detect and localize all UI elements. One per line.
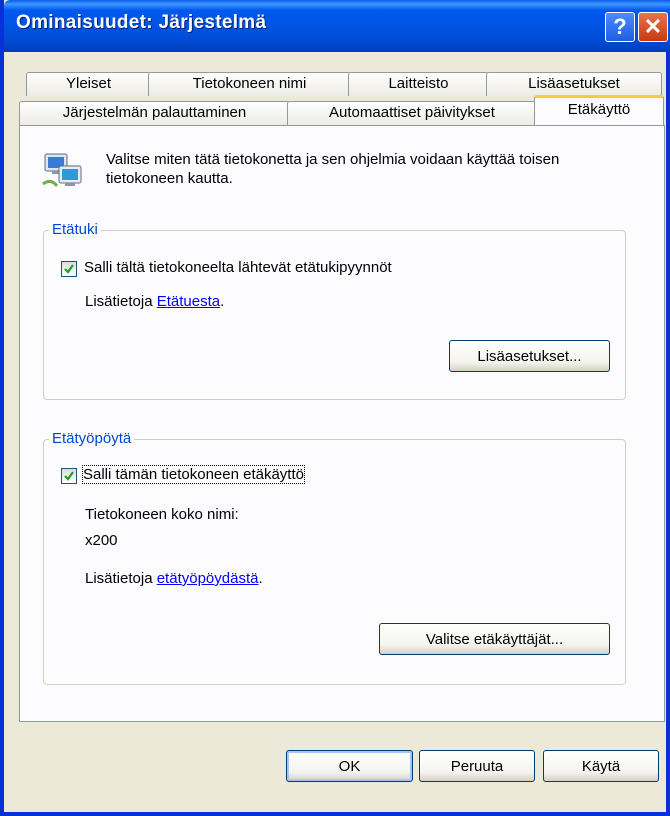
remote-desktop-help-link[interactable]: etätyöpöydästä bbox=[157, 570, 259, 587]
remote-assistance-info: Lisätietoja Etätuesta. bbox=[85, 293, 224, 310]
apply-button[interactable]: Käytä bbox=[543, 750, 659, 782]
checkmark-icon bbox=[64, 264, 74, 274]
intro-description: Valitse miten tätä tietokonetta ja sen o… bbox=[106, 151, 560, 187]
cancel-button[interactable]: Peruuta bbox=[419, 750, 535, 782]
remote-assistance-checkbox[interactable] bbox=[61, 261, 77, 277]
tab-remote-label: Etäkäyttö bbox=[567, 101, 631, 118]
window-title: Ominaisuudet: Järjestelmä bbox=[16, 12, 267, 33]
computer-name-label: Tietokoneen koko nimi: bbox=[85, 506, 239, 523]
tab-automatic-updates[interactable]: Automaattiset päivitykset bbox=[287, 101, 537, 125]
remote-assistance-group bbox=[43, 230, 626, 400]
computer-name-value: x200 bbox=[85, 532, 118, 549]
computer-remote-icon bbox=[41, 148, 85, 192]
ok-button[interactable]: OK bbox=[286, 750, 413, 782]
remote-assistance-group-label: Etätuki bbox=[49, 221, 101, 238]
tab-system-restore-label: Järjestelmän palauttaminen bbox=[62, 104, 247, 121]
remote-desktop-checkbox-label[interactable]: Salli tämän tietokoneen etäkäyttö bbox=[82, 465, 305, 484]
remote-desktop-info: Lisätietoja etätyöpöydästä. bbox=[85, 570, 263, 587]
tab-computer-name[interactable]: Tietokoneen nimi bbox=[148, 72, 351, 96]
remote-assistance-help-link[interactable]: Etätuesta bbox=[157, 293, 220, 310]
close-icon: ✕ bbox=[643, 14, 663, 39]
tab-system-restore[interactable]: Järjestelmän palauttaminen bbox=[19, 101, 290, 125]
remote-desktop-checkbox[interactable] bbox=[61, 468, 77, 484]
title-bar[interactable]: Ominaisuudet: Järjestelmä ? ✕ bbox=[4, 0, 670, 52]
tab-general-label: Yleiset bbox=[65, 75, 112, 92]
remote-assistance-info-suffix: . bbox=[220, 293, 225, 310]
select-remote-users-button[interactable]: Valitse etäkäyttäjät... bbox=[379, 623, 610, 655]
tab-advanced[interactable]: Lisäasetukset bbox=[486, 72, 662, 96]
remote-desktop-group-label: Etätyöpöytä bbox=[49, 430, 135, 447]
remote-assistance-checkbox-label[interactable]: Salli tältä tietokoneelta lähtevät etätu… bbox=[84, 259, 392, 276]
tab-remote[interactable]: Etäkäyttö bbox=[534, 95, 664, 125]
help-button[interactable]: ? bbox=[605, 12, 635, 42]
remote-desktop-info-prefix: Lisätietoja bbox=[85, 570, 157, 587]
checkmark-icon bbox=[64, 471, 74, 481]
remote-desktop-info-suffix: . bbox=[258, 570, 263, 587]
remote-assistance-info-prefix: Lisätietoja bbox=[85, 293, 157, 310]
tab-general[interactable]: Yleiset bbox=[26, 72, 151, 96]
tab-hardware[interactable]: Laitteisto bbox=[348, 72, 489, 96]
close-button[interactable]: ✕ bbox=[638, 12, 668, 42]
tab-hardware-label: Laitteisto bbox=[388, 75, 449, 92]
tab-automatic-updates-label: Automaattiset päivitykset bbox=[329, 104, 495, 121]
advanced-settings-button[interactable]: Lisäasetukset... bbox=[449, 340, 610, 372]
help-icon: ? bbox=[613, 14, 627, 39]
tab-advanced-label: Lisäasetukset bbox=[528, 75, 620, 92]
tab-computer-name-label: Tietokoneen nimi bbox=[192, 75, 307, 92]
system-properties-dialog: Ominaisuudet: Järjestelmä ? ✕ Yleiset Ti… bbox=[0, 0, 670, 816]
